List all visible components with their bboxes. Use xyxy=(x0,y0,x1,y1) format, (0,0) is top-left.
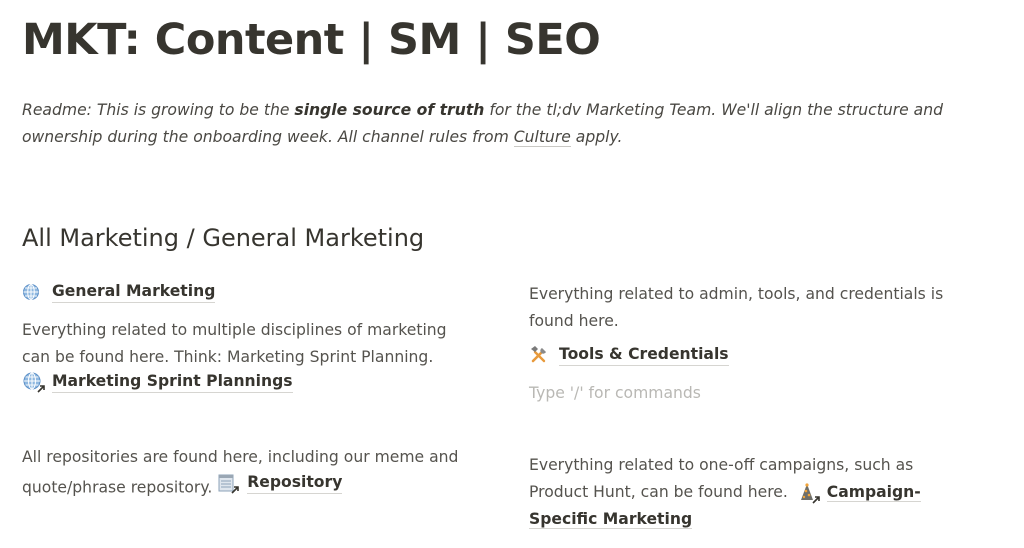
globe-icon xyxy=(22,282,46,302)
readme-suffix: apply. xyxy=(570,128,623,146)
empty-block-placeholder[interactable]: Type '/' for commands xyxy=(529,380,969,407)
repository-label: Repository xyxy=(247,471,343,494)
section-heading: All Marketing / General Marketing xyxy=(22,224,425,252)
readme-prefix: Readme: This is growing to be the xyxy=(22,101,295,119)
marketing-sprint-plannings-link[interactable]: Marketing Sprint Plannings xyxy=(22,370,293,393)
left-column: General Marketing xyxy=(22,280,482,311)
tools-link-row: Tools & Credentials xyxy=(529,343,969,374)
readme-bold: single source of truth xyxy=(294,101,485,119)
tools-credentials-label: Tools & Credentials xyxy=(559,343,729,366)
campaign-paragraph: Everything related to one-off campaigns,… xyxy=(529,452,949,533)
repository-paragraph: All repositories are found here, includi… xyxy=(22,444,482,502)
notepad-link-icon xyxy=(217,473,241,494)
tools-credentials-link[interactable]: Tools & Credentials xyxy=(529,343,729,366)
page-title: MKT: Content | SM | SEO xyxy=(22,15,601,65)
general-marketing-link[interactable]: General Marketing xyxy=(22,280,216,303)
globe-link-icon xyxy=(22,372,46,393)
sprint-link-row: Marketing Sprint Plannings xyxy=(22,370,482,401)
repository-link[interactable]: Repository xyxy=(217,471,343,494)
readme-callout: Readme: This is growing to be the single… xyxy=(22,97,1002,151)
hammer-wrench-icon xyxy=(529,345,553,365)
general-marketing-label: General Marketing xyxy=(52,280,216,303)
christmas-tree-link-icon xyxy=(798,482,822,504)
marketing-sprint-plannings-label: Marketing Sprint Plannings xyxy=(52,370,293,393)
tools-description: Everything related to admin, tools, and … xyxy=(529,285,944,330)
general-description: Everything related to multiple disciplin… xyxy=(22,321,447,366)
culture-link[interactable]: Culture xyxy=(513,128,571,147)
